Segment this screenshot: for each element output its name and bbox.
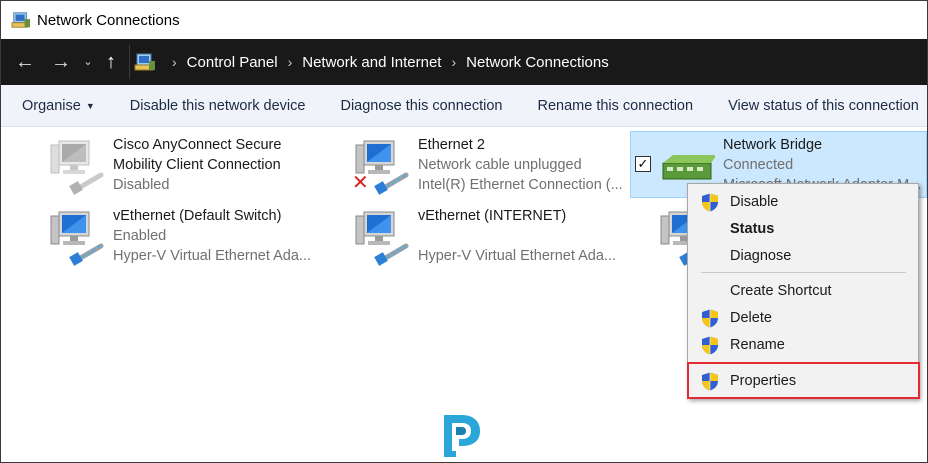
- connection-adapter: Hyper-V Virtual Ethernet Ada...: [418, 248, 617, 264]
- connection-text: Cisco AnyConnect Secure Mobility Client …: [113, 135, 281, 195]
- connection-text: Ethernet 2 Network cable unplugged Intel…: [418, 135, 623, 195]
- connection-status: [418, 226, 616, 246]
- menu-item-label: Create Shortcut: [730, 283, 832, 299]
- network-adapter-icon: [49, 208, 105, 266]
- breadcrumb-separator-icon[interactable]: ›: [172, 54, 177, 70]
- connection-item-ethernet-2[interactable]: ✕ Ethernet 2 Network cable unplugged Int…: [352, 135, 624, 199]
- menu-item-rename[interactable]: Rename: [688, 332, 918, 358]
- window-title: Network Connections: [37, 11, 180, 29]
- connection-name: vEthernet (INTERNET): [418, 208, 567, 224]
- menu-item-label: Disable: [730, 194, 779, 210]
- connection-name: Network Bridge: [723, 137, 823, 153]
- connection-status: Connected: [723, 157, 794, 173]
- connection-name: Ethernet 2: [418, 137, 485, 153]
- network-connections-window: Network Connections ← → ⌄ ↑ › Control Pa…: [0, 0, 928, 463]
- connection-text: vEthernet (INTERNET) Hyper-V Virtual Eth…: [418, 206, 616, 266]
- connection-adapter: Hyper-V Virtual Ethernet Ada...: [113, 248, 312, 264]
- menu-item-diagnose[interactable]: Diagnose: [688, 243, 918, 269]
- connection-name: Cisco AnyConnect Secure: [113, 137, 282, 153]
- watermark-logo: [444, 415, 480, 457]
- up-arrow-icon[interactable]: ↑: [97, 39, 125, 85]
- menu-item-status[interactable]: Status: [688, 216, 918, 242]
- breadcrumb-control-panel[interactable]: Control Panel: [187, 54, 278, 71]
- connection-status: Enabled: [113, 228, 167, 244]
- connection-name-line2: Mobility Client Connection: [113, 157, 281, 173]
- connection-status: Disabled: [113, 177, 170, 193]
- command-bar: Organise ▼ Disable this network device Di…: [1, 85, 927, 127]
- connection-name: vEthernet (Default Switch): [113, 208, 282, 224]
- network-adapter-icon: [49, 137, 105, 195]
- address-bar[interactable]: › Control Panel › Network and Internet ›…: [129, 45, 919, 79]
- connection-adapter: Intel(R) Ethernet Connection (...: [418, 177, 623, 193]
- breadcrumb-network-and-internet[interactable]: Network and Internet: [302, 54, 441, 71]
- disconnected-x-icon: ✕: [352, 172, 369, 194]
- breadcrumb-network-connections[interactable]: Network Connections: [466, 54, 609, 71]
- connection-item-cisco-anyconnect[interactable]: Cisco AnyConnect Secure Mobility Client …: [49, 135, 309, 199]
- navigation-bar: ← → ⌄ ↑ › Control Panel › Network and In…: [1, 39, 927, 85]
- control-panel-icon: [134, 52, 156, 72]
- disable-device-button[interactable]: Disable this network device: [130, 98, 306, 114]
- menu-item-label: Status: [730, 221, 775, 237]
- connection-text: vEthernet (Default Switch) Enabled Hyper…: [113, 206, 311, 266]
- uac-shield-icon: [701, 336, 719, 355]
- selection-checkbox[interactable]: ✓: [635, 156, 651, 172]
- menu-item-create-shortcut[interactable]: Create Shortcut: [688, 278, 918, 304]
- breadcrumb-separator-icon[interactable]: ›: [451, 54, 456, 70]
- breadcrumb-separator-icon[interactable]: ›: [288, 54, 293, 70]
- view-status-button[interactable]: View status of this connection: [728, 98, 919, 114]
- network-adapter-icon: [354, 208, 410, 266]
- organise-label: Organise: [22, 97, 81, 114]
- properties-highlight-box: [687, 362, 920, 399]
- diagnose-connection-button[interactable]: Diagnose this connection: [340, 98, 502, 114]
- menu-item-disable[interactable]: Disable: [688, 189, 918, 215]
- connection-item-vethernet-internet[interactable]: vEthernet (INTERNET) Hyper-V Virtual Eth…: [354, 206, 624, 270]
- title-bar: Network Connections: [1, 1, 927, 39]
- forward-arrow-icon[interactable]: →: [43, 39, 79, 85]
- uac-shield-icon: [701, 309, 719, 328]
- menu-item-label: Diagnose: [730, 248, 792, 264]
- back-arrow-icon[interactable]: ←: [7, 39, 43, 85]
- rename-connection-button[interactable]: Rename this connection: [538, 98, 694, 114]
- uac-shield-icon: [701, 193, 719, 212]
- recent-locations-chevron-icon[interactable]: ⌄: [79, 39, 97, 85]
- connection-item-vethernet-default-switch[interactable]: vEthernet (Default Switch) Enabled Hyper…: [49, 206, 319, 270]
- network-connections-icon: [11, 11, 31, 29]
- menu-item-delete[interactable]: Delete: [688, 305, 918, 331]
- menu-item-label: Rename: [730, 337, 785, 353]
- connection-status: Network cable unplugged: [418, 157, 582, 173]
- menu-separator: [701, 272, 906, 273]
- organise-button[interactable]: Organise ▼: [22, 98, 95, 114]
- menu-item-label: Delete: [730, 310, 772, 326]
- dropdown-caret-icon: ▼: [85, 100, 95, 111]
